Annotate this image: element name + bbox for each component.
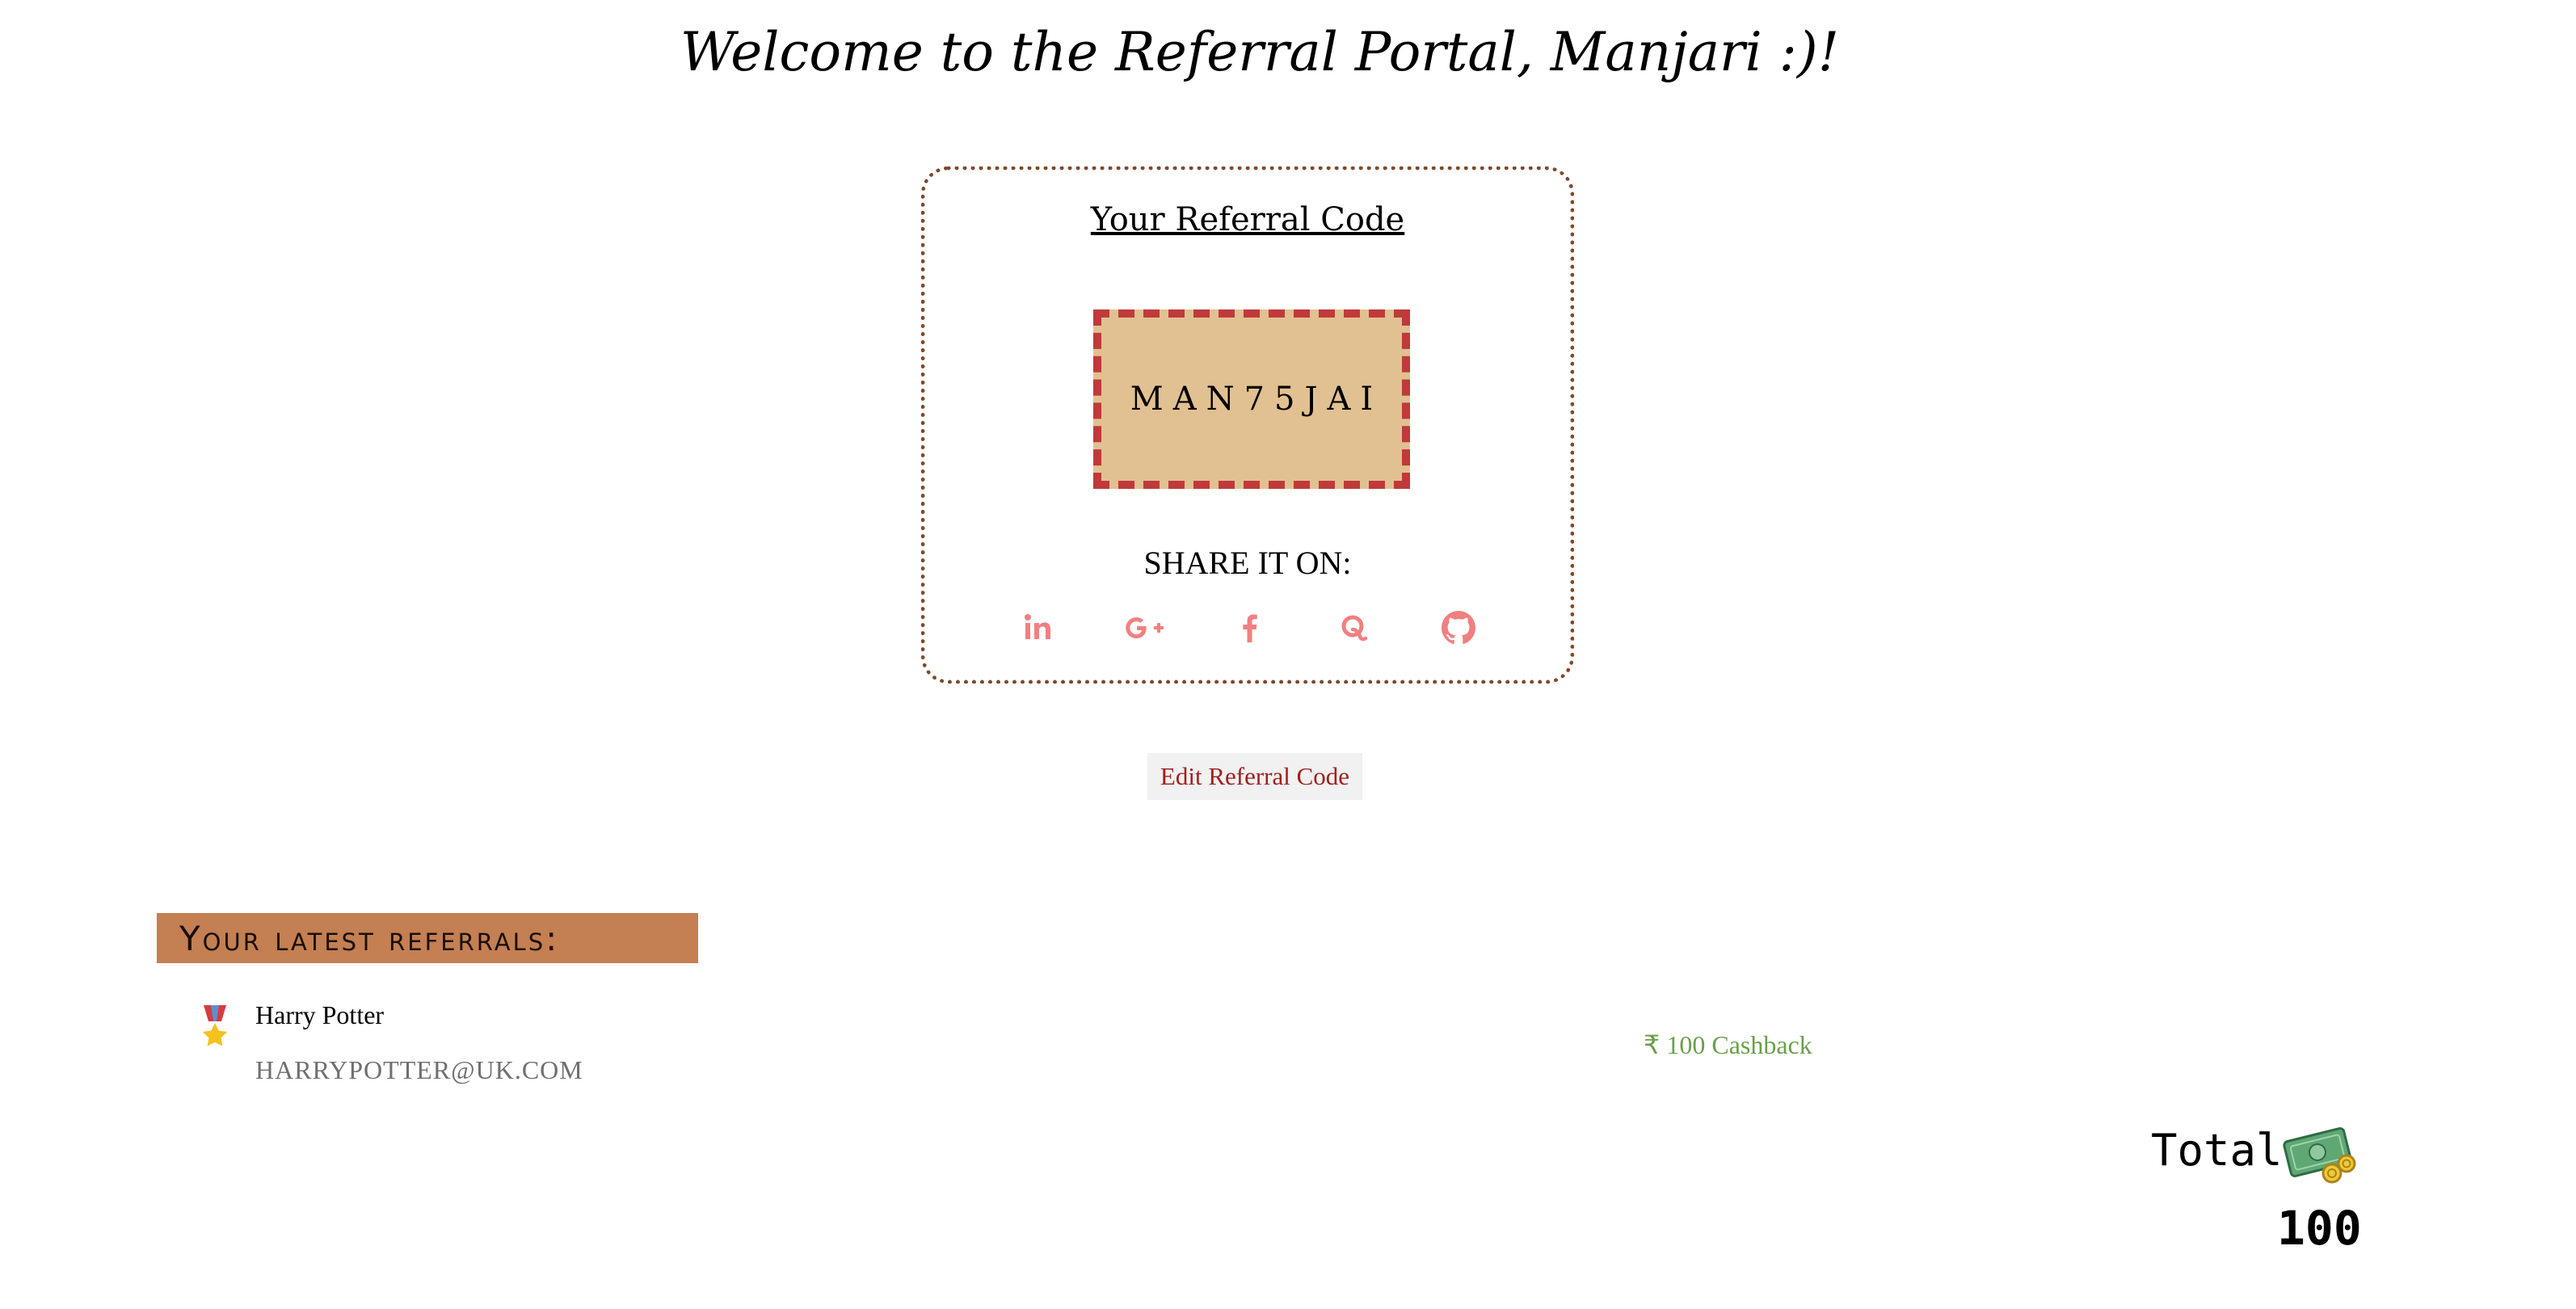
referral-code-title: Your Referral Code [1090, 201, 1405, 238]
referral-email: HARRYPOTTER@UK.COM [255, 1055, 583, 1084]
total-value: 100 [2277, 1201, 2362, 1256]
referral-code-card: Your Referral Code MAN75JAI SHARE IT ON: [921, 166, 1574, 684]
welcome-heading: Welcome to the Referral Portal, Manjari … [680, 21, 1840, 83]
google-plus-icon[interactable] [1121, 604, 1169, 652]
referral-code-value: MAN75JAI [1130, 381, 1383, 418]
referral-code-box: MAN75JAI [1093, 309, 1410, 489]
share-label: SHARE IT ON: [1143, 545, 1352, 581]
share-icons-row [1014, 604, 1491, 652]
facebook-icon[interactable] [1226, 604, 1274, 652]
github-icon[interactable] [1434, 604, 1483, 652]
money-icon [2282, 1123, 2359, 1185]
total-label: Total [2151, 1125, 2283, 1176]
referral-cashback: ₹ 100 Cashback [1644, 1030, 1812, 1059]
latest-referrals-heading: Your latest referrals: [157, 913, 698, 963]
medal-icon [199, 1004, 231, 1049]
edit-referral-code-button[interactable]: Edit Referral Code [1147, 753, 1362, 800]
quora-icon[interactable] [1329, 604, 1378, 652]
linkedin-icon[interactable] [1014, 604, 1063, 652]
referral-name: Harry Potter [255, 1000, 385, 1029]
